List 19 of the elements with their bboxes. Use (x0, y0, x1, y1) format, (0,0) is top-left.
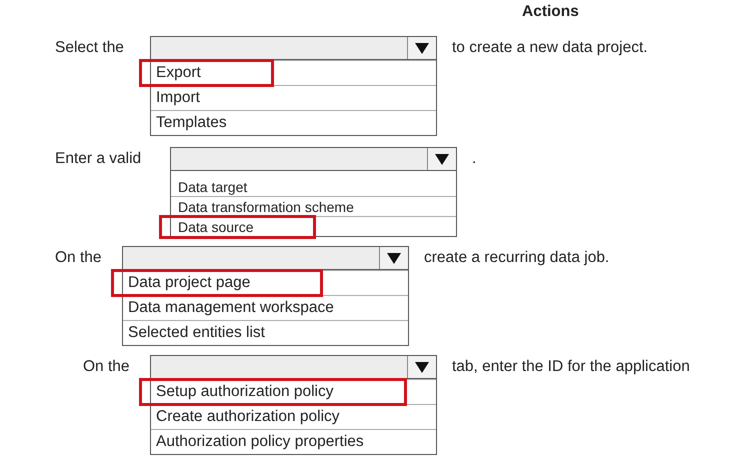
prompt-text: On the (83, 357, 131, 377)
prompt-text: Enter a valid (55, 149, 142, 169)
prompt-text: create a recurring data job. (424, 248, 610, 268)
dropdown-option[interactable]: Authorization policy properties (139, 428, 437, 456)
dropdown-option[interactable]: Setup authorization policy (139, 378, 407, 406)
section-heading: Actions (521, 2, 580, 22)
prompt-text: tab, enter the ID for the application (452, 357, 690, 377)
prompt-text: On the (55, 248, 103, 268)
dropdown-option[interactable]: Selected entities list (111, 319, 338, 347)
prompt-text: Select the (55, 38, 125, 58)
prompt-text: to create a new data project. (452, 38, 648, 58)
prompt-text: . (472, 149, 476, 169)
dropdown-option[interactable]: Templates (139, 109, 300, 137)
dropdown-option[interactable]: Import (139, 84, 273, 112)
dropdown-option[interactable]: Create authorization policy (139, 403, 413, 431)
dropdown-option[interactable]: Data management workspace (111, 294, 407, 322)
dropdown-option[interactable]: Data source (159, 214, 316, 238)
dropdown-option[interactable]: Export (139, 59, 274, 87)
dropdown-option[interactable]: Data project page (111, 269, 324, 297)
